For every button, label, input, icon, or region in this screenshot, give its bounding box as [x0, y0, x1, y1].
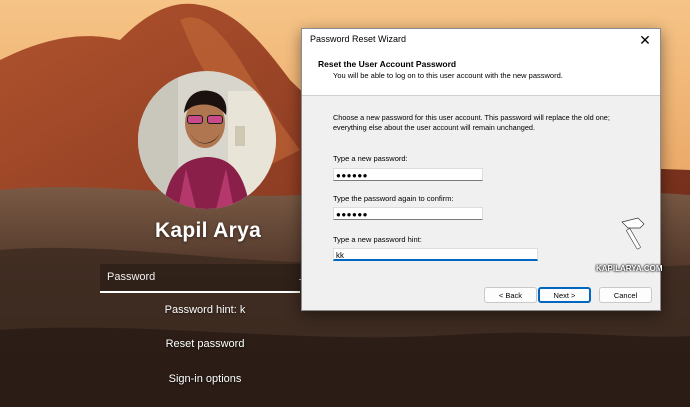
password-hint-field[interactable]: kk: [333, 248, 538, 261]
wizard-description: Choose a new password for this user acco…: [333, 113, 610, 132]
cancel-button[interactable]: Cancel: [599, 287, 652, 303]
dialog-titlebar: Password Reset Wizard ✕: [302, 29, 660, 51]
hammer-icon: [621, 217, 645, 250]
password-placeholder: Password: [107, 271, 156, 283]
close-icon[interactable]: ✕: [630, 29, 660, 51]
new-password-field[interactable]: ●●●●●●: [333, 168, 483, 181]
watermark-logo: KAPILARYA.COM: [596, 216, 666, 278]
user-avatar: [138, 71, 276, 209]
reset-password-link[interactable]: Reset password: [105, 338, 305, 350]
confirm-password-label: Type the password again to confirm:: [333, 194, 454, 203]
new-password-label: Type a new password:: [333, 154, 408, 163]
user-name: Kapil Arya: [154, 219, 262, 242]
confirm-password-field[interactable]: ●●●●●●: [333, 207, 483, 220]
wizard-header-subtitle: You will be able to log on to this user …: [333, 71, 563, 80]
password-input[interactable]: Password →: [100, 264, 310, 293]
password-hint-label: Type a new password hint:: [333, 235, 422, 244]
signin-options-link[interactable]: Sign-in options: [105, 373, 305, 385]
dialog-title: Password Reset Wizard: [310, 34, 407, 44]
wizard-header-title: Reset the User Account Password: [318, 59, 457, 69]
next-button[interactable]: Next >: [538, 287, 591, 303]
wizard-header: Reset the User Account Password You will…: [302, 51, 660, 96]
watermark-text: KAPILARYA.COM: [596, 264, 663, 273]
password-hint-text: Password hint: k: [164, 304, 246, 316]
back-button[interactable]: < Back: [484, 287, 537, 303]
